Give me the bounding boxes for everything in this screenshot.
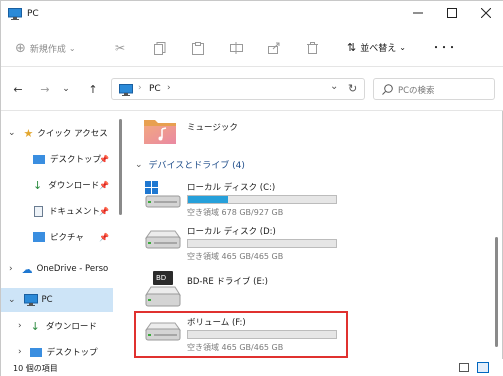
- drive-d-usage-bar: [187, 239, 337, 248]
- drive-d-free: 空き領域 465 GB/465 GB: [187, 252, 284, 261]
- bd-drive-icon[interactable]: BD: [143, 271, 183, 307]
- content-scrollbar[interactable]: [495, 237, 498, 347]
- plus-icon: ⊕: [15, 41, 26, 56]
- breadcrumb[interactable]: PC: [149, 84, 161, 94]
- forward-arrow-icon[interactable]: →: [37, 81, 53, 97]
- cut-icon[interactable]: ✂: [109, 39, 131, 57]
- address-dropdown-icon[interactable]: ⌄: [330, 81, 338, 92]
- section-header[interactable]: ⌄ デバイスとドライブ (4): [135, 158, 245, 172]
- pin-icon[interactable]: 📌: [99, 155, 109, 164]
- nav-item-downloads[interactable]: ↓ ダウンロード 📌: [1, 173, 119, 197]
- refresh-icon[interactable]: ↻: [348, 82, 357, 95]
- rename-icon[interactable]: [225, 39, 247, 57]
- new-label: 新規作成: [29, 45, 66, 55]
- nav-item-label: ドキュメント: [49, 207, 101, 217]
- minimize-button[interactable]: [403, 1, 433, 25]
- download-icon: ↓: [30, 319, 40, 333]
- copy-icon[interactable]: [149, 39, 171, 57]
- chevron-down-icon[interactable]: ⌄: [135, 160, 143, 170]
- pin-icon[interactable]: 📌: [99, 207, 109, 216]
- pc-icon: [119, 84, 133, 96]
- chevron-right-icon[interactable]: ›: [18, 321, 22, 331]
- chevron-down-icon[interactable]: ⌄: [8, 128, 16, 138]
- navigation-pane: ⌄ ★ クイック アクセス デスクトップ 📌 ↓ ダウンロード 📌 ドキュメント…: [1, 111, 121, 361]
- chevron-down-icon: ⌄: [68, 44, 76, 53]
- music-folder-label[interactable]: ミュージック: [187, 121, 238, 133]
- details-view-icon[interactable]: [459, 363, 469, 372]
- nav-item-onedrive[interactable]: › ☁ OneDrive - Perso: [1, 257, 119, 281]
- nav-item-label: ダウンロード: [48, 181, 100, 191]
- pc-icon: [8, 8, 22, 20]
- pin-icon[interactable]: 📌: [99, 181, 109, 190]
- more-options-button[interactable]: ・・・: [431, 39, 457, 54]
- picture-icon: [33, 232, 45, 242]
- paste-icon[interactable]: [187, 39, 209, 57]
- drive-c-name[interactable]: ローカル ディスク (C:): [187, 181, 275, 193]
- tiles-view-icon[interactable]: [477, 362, 489, 373]
- nav-item-label: ダウンロード: [45, 322, 97, 332]
- drive-e-name[interactable]: BD-RE ドライブ (E:): [187, 275, 268, 287]
- chevron-right-icon[interactable]: ›: [18, 347, 22, 357]
- nav-item-desktop[interactable]: デスクトップ 📌: [1, 147, 119, 171]
- hard-drive-icon[interactable]: [143, 229, 183, 249]
- nav-item-label: OneDrive - Perso: [36, 264, 109, 274]
- section-title: デバイスとドライブ (4): [148, 161, 245, 171]
- search-icon: [381, 83, 393, 95]
- window-title: PC: [27, 9, 39, 19]
- music-folder-icon[interactable]: [143, 115, 177, 145]
- nav-item-pc-desktop[interactable]: › デスクトップ: [1, 340, 119, 361]
- search-input[interactable]: PCの検索: [398, 84, 435, 96]
- explorer-window: PC ⊕ 新規作成 ⌄ ✂ ⇅ 並べ替え ⌄ ・・・ ← → ⌄ ↑ › PC …: [0, 0, 503, 376]
- drive-d-name[interactable]: ローカル ディスク (D:): [187, 225, 276, 237]
- new-button[interactable]: ⊕ 新規作成 ⌄: [15, 41, 76, 56]
- title-bar: PC: [1, 1, 503, 29]
- item-count: 10 個の項目: [13, 363, 58, 373]
- history-chevron-icon[interactable]: ⌄: [59, 81, 73, 97]
- sort-button[interactable]: ⇅ 並べ替え ⌄: [347, 41, 406, 54]
- nav-item-pc[interactable]: ⌄ PC: [1, 288, 113, 312]
- drive-c-usage-fill: [188, 196, 228, 203]
- nav-item-pictures[interactable]: ピクチャ 📌: [1, 225, 119, 249]
- share-icon[interactable]: [263, 39, 285, 57]
- breadcrumb-chevron-icon[interactable]: ›: [167, 83, 171, 93]
- desktop-icon: [29, 347, 42, 357]
- desktop-icon: [33, 154, 45, 164]
- sort-icon: ⇅: [347, 41, 357, 54]
- status-bar: 10 個の項目: [1, 359, 503, 376]
- nav-scrollbar[interactable]: [119, 119, 122, 215]
- command-bar: ⊕ 新規作成 ⌄ ✂ ⇅ 並べ替え ⌄ ・・・: [1, 29, 503, 67]
- drive-c-free: 空き領域 678 GB/927 GB: [187, 208, 284, 217]
- star-icon: ★: [23, 126, 34, 140]
- nav-item-label: ピクチャ: [50, 233, 84, 243]
- chevron-right-icon[interactable]: ›: [9, 264, 13, 274]
- trash-icon[interactable]: [301, 39, 323, 57]
- pin-icon[interactable]: 📌: [99, 233, 109, 242]
- address-row: ← → ⌄ ↑ › PC › ⌄ ↻ PCの検索: [1, 67, 503, 111]
- cloud-icon: ☁: [21, 262, 33, 276]
- document-icon: [34, 205, 43, 217]
- sort-label: 並べ替え: [360, 44, 397, 54]
- download-icon: ↓: [33, 178, 43, 192]
- drive-c-usage-bar: [187, 195, 337, 204]
- pc-icon: [23, 294, 38, 306]
- close-button[interactable]: [471, 1, 501, 25]
- up-arrow-icon[interactable]: ↑: [85, 81, 101, 97]
- address-bar[interactable]: › PC › ⌄ ↻: [111, 78, 365, 100]
- nav-item-label: デスクトップ: [50, 155, 102, 165]
- bd-badge: BD: [156, 274, 167, 282]
- maximize-button[interactable]: [437, 1, 467, 25]
- chevron-down-icon: ⌄: [399, 43, 406, 52]
- back-arrow-icon[interactable]: ←: [10, 81, 26, 97]
- search-box[interactable]: PCの検索: [373, 78, 495, 100]
- breadcrumb-separator: ›: [138, 83, 142, 93]
- chevron-down-icon[interactable]: ⌄: [8, 295, 16, 305]
- nav-item-label: デスクトップ: [46, 348, 98, 358]
- nav-item-label: PC: [41, 295, 53, 305]
- highlight-box: [134, 311, 348, 358]
- windows-drive-icon[interactable]: [143, 179, 183, 209]
- nav-quick-access-label: クイック アクセス: [37, 129, 108, 139]
- nav-item-documents[interactable]: ドキュメント 📌: [1, 199, 119, 223]
- nav-item-pc-downloads[interactable]: › ↓ ダウンロード: [1, 314, 119, 338]
- nav-quick-access[interactable]: ⌄ ★ クイック アクセス: [1, 121, 119, 145]
